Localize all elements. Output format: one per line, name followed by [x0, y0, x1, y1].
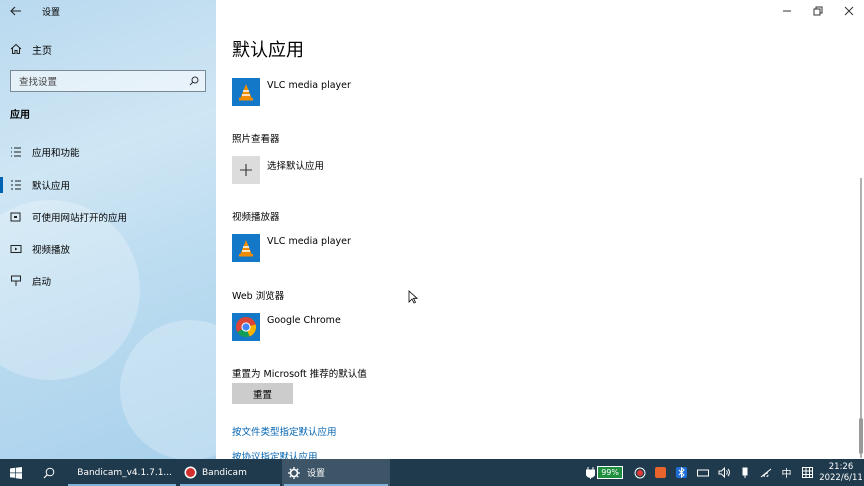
- mouse-cursor-icon: [408, 290, 418, 304]
- taskbar: Bandicam_v4.1.7.1... Bandicam 设置 99% 中 2…: [0, 459, 864, 486]
- sidebar-item-label: 可使用网站打开的应用: [32, 213, 128, 224]
- nav-home-label: 主页: [32, 45, 52, 57]
- reset-label: 重置为 Microsoft 推荐的默认值: [232, 369, 367, 380]
- sidebar-item-video[interactable]: 视频播放: [0, 236, 216, 262]
- title-bar: 设置: [0, 0, 216, 22]
- taskbar-item-bandicam[interactable]: Bandicam: [178, 459, 282, 486]
- app-name: Google Chrome: [267, 315, 341, 326]
- close-icon: [844, 6, 853, 16]
- nav-home[interactable]: 主页: [0, 38, 216, 60]
- search-input[interactable]: 查找设置: [19, 74, 183, 88]
- restore-icon: [813, 6, 822, 16]
- record-icon: [184, 466, 197, 479]
- clock[interactable]: 21:26 2022/6/11: [818, 462, 864, 484]
- close-button[interactable]: [833, 0, 864, 22]
- minimize-icon: [782, 10, 791, 12]
- main-content: 默认应用 VLC media player 照片查看器 选择默认应用 视频播放器…: [216, 0, 864, 459]
- bluetooth-icon[interactable]: [671, 459, 692, 486]
- default-app-photo[interactable]: 选择默认应用: [232, 156, 324, 184]
- sidebar-item-apps-features[interactable]: 应用和功能: [0, 139, 216, 165]
- sidebar-item-label: 启动: [32, 277, 52, 288]
- background-decoration: [120, 320, 216, 459]
- volume-icon[interactable]: [713, 459, 734, 486]
- default-app-top[interactable]: VLC media player: [232, 78, 351, 106]
- category-video-label: 视频播放器: [232, 212, 280, 223]
- home-icon: [0, 43, 32, 55]
- sidebar-item-label: 视频播放: [32, 245, 71, 256]
- vlc-icon: [232, 234, 260, 262]
- link-by-file-type[interactable]: 按文件类型指定默认应用: [232, 424, 337, 438]
- device-icon[interactable]: [692, 459, 713, 486]
- vlc-icon: [232, 78, 260, 106]
- default-app-web[interactable]: Google Chrome: [232, 313, 341, 341]
- sidebar: 设置 主页 查找设置 应用 应用和功能 默认应用 可使用网站打开的应用 视频播放…: [0, 0, 216, 459]
- taskbar-item-settings[interactable]: 设置: [282, 459, 390, 486]
- taskbar-item-label: 设置: [307, 469, 326, 479]
- default-app-video[interactable]: VLC media player: [232, 234, 351, 262]
- restore-button[interactable]: [802, 0, 833, 22]
- search-button[interactable]: [32, 459, 66, 486]
- sidebar-item-default-apps[interactable]: 默认应用: [0, 172, 216, 198]
- window-controls: [771, 0, 864, 22]
- app-tray-icon[interactable]: [650, 459, 671, 486]
- power-plug-icon[interactable]: [583, 459, 597, 486]
- search-icon: [43, 467, 55, 478]
- app-name: 选择默认应用: [267, 161, 325, 172]
- app-name: VLC media player: [267, 236, 351, 247]
- taskbar-item-folder[interactable]: Bandicam_v4.1.7.1...: [66, 459, 178, 486]
- start-button[interactable]: [0, 459, 32, 486]
- category-photo-label: 照片查看器: [232, 134, 280, 145]
- plus-icon: [232, 156, 260, 184]
- sidebar-item-label: 默认应用: [32, 181, 71, 192]
- default-apps-icon: [0, 180, 32, 190]
- startup-icon: [0, 275, 32, 287]
- network-icon[interactable]: [755, 459, 776, 486]
- minimize-button[interactable]: [771, 0, 802, 22]
- scrollbar-handle[interactable]: [859, 418, 863, 454]
- window-title: 设置: [42, 7, 61, 18]
- back-button[interactable]: [0, 0, 32, 22]
- record-status-icon[interactable]: [629, 459, 650, 486]
- reset-button[interactable]: 重置: [232, 383, 293, 404]
- sidebar-item-startup[interactable]: 启动: [0, 268, 216, 294]
- battery-indicator[interactable]: 99%: [597, 466, 623, 479]
- system-tray: 99% 中 21:26 2022/6/11: [583, 459, 864, 486]
- gear-icon: [288, 466, 300, 479]
- link-by-protocol[interactable]: 按协议指定默认应用: [232, 449, 318, 459]
- search-icon[interactable]: [183, 76, 205, 86]
- taskbar-item-label: Bandicam: [202, 467, 247, 478]
- web-apps-icon: [0, 212, 32, 222]
- sidebar-item-web-apps[interactable]: 可使用网站打开的应用: [0, 204, 216, 230]
- clock-date: 2022/6/11: [819, 472, 863, 483]
- ime-indicator[interactable]: 中: [776, 459, 797, 486]
- list-icon: [0, 147, 32, 157]
- taskbar-item-label: Bandicam_v4.1.7.1...: [77, 467, 172, 478]
- page-title: 默认应用: [232, 40, 304, 61]
- scrollbar-thumb[interactable]: [860, 178, 862, 458]
- video-icon: [0, 244, 32, 254]
- category-web-label: Web 浏览器: [232, 291, 285, 302]
- windows-icon: [10, 466, 22, 479]
- sidebar-item-label: 应用和功能: [32, 148, 80, 159]
- section-title: 应用: [10, 110, 30, 121]
- app-name: VLC media player: [267, 80, 351, 91]
- clock-time: 21:26: [828, 461, 854, 472]
- chrome-icon: [232, 313, 260, 341]
- active-indicator: [0, 177, 3, 193]
- search-box[interactable]: 查找设置: [10, 70, 206, 92]
- keyboard-grid-icon[interactable]: [797, 459, 818, 486]
- notification-pen-icon[interactable]: [734, 459, 755, 486]
- arrow-left-icon: [10, 6, 21, 16]
